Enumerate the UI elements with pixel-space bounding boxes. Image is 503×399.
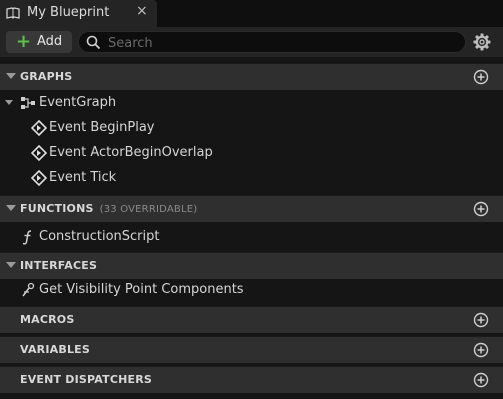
section-variables[interactable]: VARIABLES [0,336,503,363]
function-icon [22,230,32,245]
gear-icon[interactable] [473,33,491,51]
section-interfaces[interactable]: INTERFACES [0,252,503,279]
section-title: INTERFACES [20,259,98,272]
plus-icon: + [16,31,32,52]
section-macros[interactable]: MACROS [0,306,503,333]
add-button[interactable]: + Add [6,31,72,53]
event-graph-label: EventGraph [39,95,117,110]
event-node-icon [31,145,47,161]
section-title: VARIABLES [20,343,90,356]
interface-function-icon [22,282,35,297]
blueprint-book-icon [6,7,20,19]
add-event-dispatcher-icon[interactable] [473,372,489,388]
add-macro-icon[interactable] [473,312,489,328]
section-title: GRAPHS [20,70,73,83]
add-button-label: Add [37,34,63,49]
event-label: Event ActorBeginOverlap [49,145,213,160]
add-variable-icon[interactable] [473,342,489,358]
tree-item-event[interactable]: Event ActorBeginOverlap [0,141,503,165]
tab-title: My Blueprint [27,5,110,20]
close-icon[interactable]: × [136,3,148,19]
expand-arrow-icon [6,205,16,211]
section-title: FUNCTIONS (33 OVERRIDABLE) [20,202,197,215]
tab-my-blueprint[interactable]: My Blueprint × [0,0,157,27]
function-label: ConstructionScript [39,229,160,244]
section-graphs[interactable]: GRAPHS [0,63,503,90]
tab-bar: My Blueprint × [0,0,503,27]
search-box[interactable] [78,31,466,53]
section-subtitle: (33 OVERRIDABLE) [99,204,198,215]
tree-item-event[interactable]: Event BeginPlay [0,116,503,140]
search-input[interactable] [106,33,460,53]
tree-item-interface-function[interactable]: Get Visibility Point Components [0,278,503,302]
add-function-icon[interactable] [473,201,489,217]
expand-arrow-icon [6,73,16,79]
section-title: MACROS [20,313,75,326]
event-graph-icon [21,97,35,109]
tree-item-event-graph[interactable]: EventGraph [0,91,503,115]
section-title-text: FUNCTIONS [20,202,94,215]
tree-item-function[interactable]: ConstructionScript [0,225,503,249]
event-label: Event BeginPlay [49,120,155,135]
toolbar: + Add [0,27,503,57]
expand-arrow-icon [6,262,16,268]
event-label: Event Tick [49,170,117,185]
section-functions[interactable]: FUNCTIONS (33 OVERRIDABLE) [0,195,503,222]
search-icon [86,35,101,50]
add-graph-icon[interactable] [473,69,489,85]
section-title: EVENT DISPATCHERS [20,373,153,386]
section-event-dispatchers[interactable]: EVENT DISPATCHERS [0,366,503,393]
event-node-icon [31,170,47,186]
tree-expand-arrow-icon [5,100,13,105]
tree-item-event[interactable]: Event Tick [0,166,503,190]
event-node-icon [31,120,47,136]
interface-function-label: Get Visibility Point Components [39,282,244,297]
